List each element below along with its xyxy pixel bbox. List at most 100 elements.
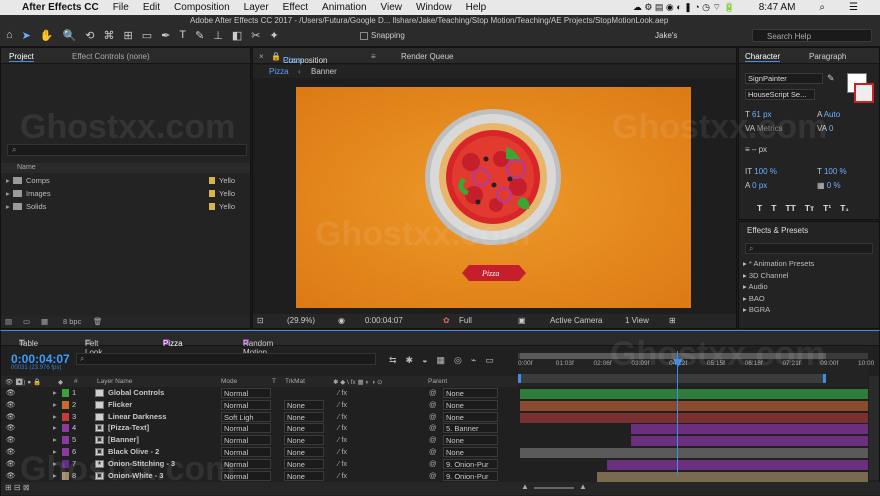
font-style-dropdown[interactable]: HouseScript Se... [745,89,815,100]
layer-name[interactable]: Linear Darkness [108,412,166,421]
playhead[interactable] [677,351,678,476]
list-item[interactable]: ▸ Comps Yello [1,176,250,187]
baseline-shift-field[interactable]: A 0 px [745,181,767,190]
all-caps-button[interactable]: TT [785,203,795,213]
label-color-swatch[interactable] [62,471,69,480]
trkmat-dropdown[interactable]: None [284,435,324,446]
layer-name[interactable]: [Pizza-Text] [108,423,149,432]
breadcrumb-pizza[interactable]: Pizza [269,67,289,76]
list-item[interactable]: ▸ 3D Channel [743,270,814,282]
blend-mode-dropdown[interactable]: Normal [221,399,271,410]
new-folder-icon[interactable]: ▭ [23,317,30,326]
project-search[interactable]: ⌕ [7,144,247,156]
motion-blur-icon[interactable]: ◎ [454,355,462,366]
clone-tool-icon[interactable]: ⊥ [213,29,223,42]
camera-tool-icon[interactable]: ⌘ [104,29,115,42]
list-item[interactable]: ▸ Audio [743,281,814,293]
type-tool-icon[interactable]: T [179,29,186,42]
color-icon[interactable]: ✿ [443,316,450,325]
pan-behind-icon[interactable]: ⊞ [124,29,133,42]
layer-duration-bar[interactable] [631,424,868,435]
parent-dropdown[interactable]: 9. Onion-Pur [443,470,498,481]
zoom-tool-icon[interactable]: 🔍 [63,29,77,42]
menu-file[interactable]: File [113,2,129,13]
draft-3d-icon[interactable]: ✱ [406,355,414,366]
table-row[interactable]: 👁 ▸ 4 ▣ [Pizza-Text] Normal None ⁄ fx @5. Banner [1,423,518,434]
list-item[interactable]: ▸ Solids Yello [1,202,250,213]
tsume-field[interactable]: ▦ 0 % [817,181,841,190]
table-row[interactable]: 👁 ▸ 3 Linear Darkness Soft Ligh None ⁄ fx @ None [1,411,518,423]
parent-pickwhip-icon[interactable]: @ [429,423,437,432]
parent-dropdown[interactable]: None [443,447,498,457]
tab-character[interactable]: Character [745,52,781,62]
parent-dropdown[interactable]: None [443,388,498,398]
rectangle-tool-icon[interactable]: ▭ [142,29,152,42]
label-color-swatch[interactable] [62,448,69,456]
mode-column[interactable]: Mode [221,378,237,385]
workspace-label[interactable]: Jake's [655,31,677,40]
visibility-eye-icon[interactable]: 👁 [6,412,16,421]
zoom-slider[interactable] [534,487,574,489]
home-icon[interactable]: ⌂ [6,29,13,42]
blend-mode-dropdown[interactable]: Normal [221,423,271,434]
zoom-out-icon[interactable]: ▲ [521,482,529,491]
effects-search[interactable]: ⌕ [745,243,873,254]
resolution-dropdown[interactable]: Full [459,316,472,325]
kerning-field[interactable]: VA Metrics [745,124,783,133]
vertical-scale-field[interactable]: IT 100 % [745,167,777,176]
label-color-swatch[interactable] [62,389,69,397]
range-bar[interactable] [518,374,826,383]
roi-icon[interactable]: ▣ [518,316,526,325]
label-color-swatch[interactable] [62,400,69,409]
layer-name-column[interactable]: Layer Name [97,378,132,385]
layer-name[interactable]: Flicker [108,400,132,409]
new-comp-icon[interactable]: ▦ [41,317,48,326]
parent-pickwhip-icon[interactable]: @ [429,412,437,421]
parent-dropdown[interactable]: None [443,435,498,446]
shy-icon[interactable]: ◒ [422,355,427,366]
switch-icons[interactable]: ⁄ fx [338,388,347,397]
visibility-eye-icon[interactable]: 👁 [6,388,16,397]
horizontal-scale-field[interactable]: T 100 % [817,167,847,176]
layer-duration-bar[interactable] [631,436,868,447]
switch-icons[interactable]: ⁄ fx [338,447,347,456]
table-row[interactable]: 👁 ▸ 8 ▣ Onion-White - 3 Normal None ⁄ fx @9. Oni… [1,470,518,482]
parent-pickwhip-icon[interactable]: @ [429,400,437,409]
tracking-field[interactable]: VA 0 [817,124,833,133]
stroke-width-field[interactable]: ≡ – px [745,145,767,154]
pen-tool-icon[interactable]: ✒ [161,29,170,42]
parent-dropdown[interactable]: None [443,411,498,422]
list-item[interactable]: ▸ BAO [743,293,814,305]
switch-icons[interactable]: ⁄ fx [338,412,347,421]
graph-editor-icon[interactable]: ⌁ [471,355,476,366]
layer-duration-bar[interactable] [520,400,868,411]
zoom-dropdown[interactable]: (29.9%) [287,316,315,325]
visibility-eye-icon[interactable]: 👁 [6,435,16,444]
frame-blend-icon[interactable]: ▦ [437,355,446,366]
parent-pickwhip-icon[interactable]: @ [429,388,437,397]
render-queue-tab[interactable]: Render Queue [401,52,453,61]
layer-name[interactable]: Global Controls [108,388,164,397]
menu-help[interactable]: Help [466,2,487,13]
puppet-tool-icon[interactable]: ✦ [270,29,279,42]
faux-italic-button[interactable]: T [771,203,776,213]
parent-pickwhip-icon[interactable]: @ [429,459,437,468]
effects-title[interactable]: Effects & Presets [747,226,808,235]
visibility-eye-icon[interactable]: 👁 [6,471,16,480]
eraser-tool-icon[interactable]: ◧ [232,29,242,42]
faux-bold-button[interactable]: T [757,203,762,213]
menu-view[interactable]: View [381,2,403,13]
table-row[interactable]: 👁 ▸ 2 Flicker Normal None ⁄ fx @ None [1,399,518,411]
label-color-swatch[interactable] [62,459,69,468]
timeline-timecode[interactable]: 0:00:04:07 [11,352,70,366]
expand-triangle-icon[interactable]: ▸ [53,435,57,444]
blend-mode-dropdown[interactable]: Normal [221,458,271,469]
menu-layer[interactable]: Layer [244,2,269,13]
views-dropdown[interactable]: 1 View [625,316,649,325]
markers-icon[interactable]: ▭ [485,355,494,366]
layer-name[interactable]: Black Olive - 2 [108,447,159,456]
toggle-switches-icon[interactable]: ⊞ ⊟ ⊠ [5,483,30,492]
label-color-swatch[interactable] [62,436,69,445]
layer-duration-bar[interactable] [520,448,868,458]
switch-icons[interactable]: ⁄ fx [338,471,347,480]
